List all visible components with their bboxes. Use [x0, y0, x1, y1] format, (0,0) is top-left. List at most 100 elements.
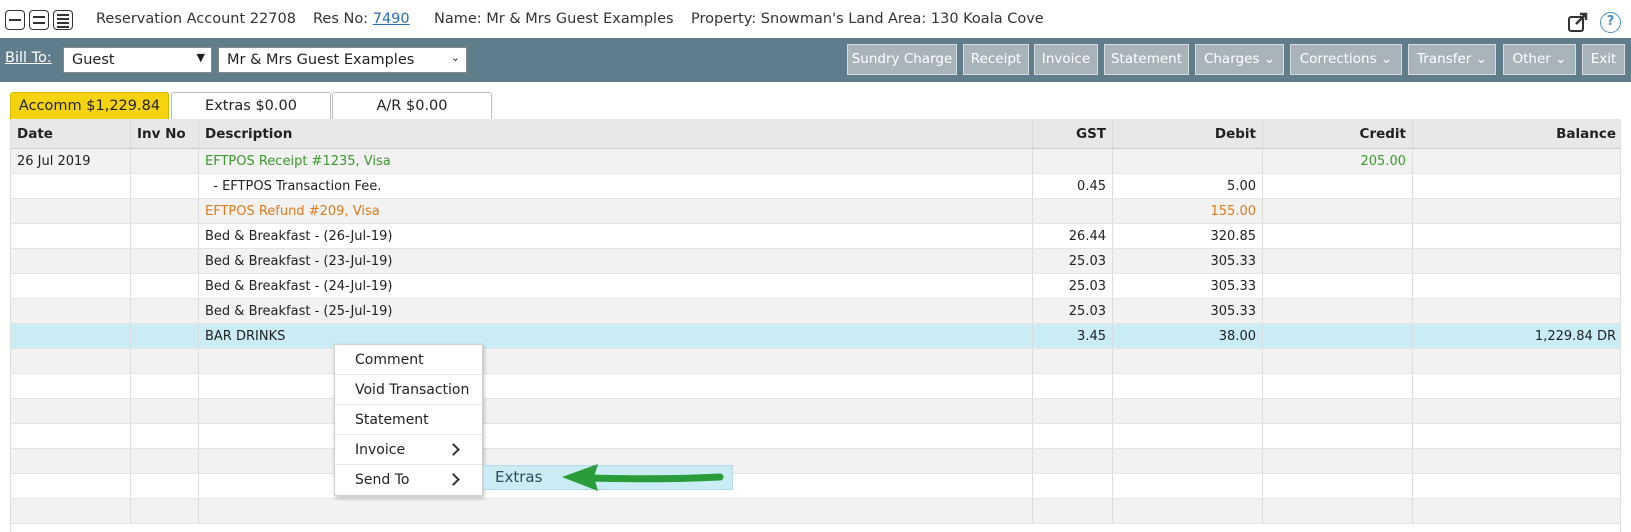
other-dropdown-button[interactable]: Other ⌄	[1503, 44, 1576, 75]
corrections-dropdown-button[interactable]: Corrections ⌄	[1290, 44, 1402, 75]
chevron-down-icon: ⌄	[1555, 51, 1567, 67]
cell-balance	[1413, 149, 1620, 173]
cell-credit	[1263, 199, 1413, 223]
view-mode-icons	[5, 10, 73, 30]
header-credit[interactable]: Credit	[1263, 119, 1413, 148]
table-row[interactable]: Bed & Breakfast - (25-Jul-19) 25.03 305.…	[11, 299, 1620, 324]
table-row[interactable]: Bed & Breakfast - (23-Jul-19) 25.03 305.…	[11, 249, 1620, 274]
cell-inv-no	[131, 299, 199, 323]
header-inv-no[interactable]: Inv No	[131, 119, 199, 148]
top-bar: Reservation Account 22708 Res No: 7490 N…	[0, 0, 1631, 38]
cell-gst: 3.45	[1033, 324, 1113, 348]
charges-label: Charges	[1203, 51, 1260, 67]
table-row[interactable]: EFTPOS Refund #209, Visa 155.00	[11, 199, 1620, 224]
menu-item-invoice[interactable]: Invoice	[335, 435, 482, 465]
cell-credit	[1263, 324, 1413, 348]
table-row[interactable]: - EFTPOS Transaction Fee. 0.45 5.00	[11, 174, 1620, 199]
sundry-charge-button[interactable]: Sundry Charge	[847, 44, 957, 75]
menu-item-void-transaction[interactable]: Void Transaction	[335, 375, 482, 405]
menu-item-invoice-label: Invoice	[355, 442, 406, 458]
table-header-row: Date Inv No Description GST Debit Credit…	[11, 119, 1620, 149]
chevron-right-icon	[447, 473, 460, 486]
cell-balance	[1413, 249, 1620, 273]
expanded-view-icon[interactable]	[53, 10, 73, 30]
receipt-button[interactable]: Receipt	[963, 44, 1029, 75]
header-description[interactable]: Description	[199, 119, 1033, 148]
table-row-selected[interactable]: BAR DRINKS 3.45 38.00 1,229.84 DR	[11, 324, 1620, 349]
invoice-button[interactable]: Invoice	[1034, 44, 1098, 75]
cell-balance	[1413, 199, 1620, 223]
chevron-down-icon: ⌄	[1380, 51, 1393, 67]
menu-item-send-to-label: Send To	[355, 472, 410, 488]
cell-date	[11, 199, 131, 223]
bill-to-type-value: Guest	[72, 52, 115, 68]
cell-gst	[1033, 199, 1113, 223]
table-row[interactable]: 26 Jul 2019 EFTPOS Receipt #1235, Visa 2…	[11, 149, 1620, 174]
open-external-icon[interactable]	[1568, 12, 1588, 32]
cell-debit: 38.00	[1113, 324, 1263, 348]
compact-view-icon[interactable]	[5, 10, 25, 30]
cell-date	[11, 249, 131, 273]
res-no: Res No: 7490	[313, 11, 410, 27]
empty-row	[11, 374, 1620, 399]
cell-date	[11, 224, 131, 248]
cell-debit: 5.00	[1113, 174, 1263, 198]
header-gst[interactable]: GST	[1033, 119, 1113, 148]
guest-name: Name: Mr & Mrs Guest Examples	[434, 11, 674, 27]
bill-to-label[interactable]: Bill To:	[5, 50, 52, 66]
table-row[interactable]: Bed & Breakfast - (26-Jul-19) 26.44 320.…	[11, 224, 1620, 249]
cell-description: Bed & Breakfast - (26-Jul-19)	[199, 224, 1033, 248]
cell-date	[11, 174, 131, 198]
cell-date: 26 Jul 2019	[11, 149, 131, 173]
cell-date	[11, 299, 131, 323]
cell-inv-no	[131, 174, 199, 198]
cell-gst: 25.03	[1033, 274, 1113, 298]
empty-row	[11, 399, 1620, 424]
cell-credit: 205.00	[1263, 149, 1413, 173]
cell-credit	[1263, 249, 1413, 273]
bill-to-name-select[interactable]: Mr & Mrs Guest Examples ⌄	[218, 47, 467, 73]
property-name: Property: Snowman's Land	[691, 11, 884, 27]
corrections-label: Corrections	[1299, 51, 1377, 67]
cell-inv-no	[131, 249, 199, 273]
cell-balance	[1413, 274, 1620, 298]
res-no-label: Res No:	[313, 11, 369, 27]
menu-item-statement[interactable]: Statement	[335, 405, 482, 435]
normal-view-icon[interactable]	[29, 10, 49, 30]
cell-gst: 0.45	[1033, 174, 1113, 198]
cell-credit	[1263, 174, 1413, 198]
area-name: Area: 130 Koala Cove	[888, 11, 1044, 27]
statement-button[interactable]: Statement	[1104, 44, 1189, 75]
empty-row	[11, 424, 1620, 449]
transfer-dropdown-button[interactable]: Transfer ⌄	[1408, 44, 1496, 75]
cell-debit: 320.85	[1113, 224, 1263, 248]
chevron-down-icon: ⌄	[1475, 51, 1487, 67]
other-label: Other	[1512, 51, 1551, 67]
cell-credit	[1263, 274, 1413, 298]
table-row[interactable]: Bed & Breakfast - (24-Jul-19) 25.03 305.…	[11, 274, 1620, 299]
cell-description: - EFTPOS Transaction Fee.	[199, 174, 1033, 198]
cell-gst: 25.03	[1033, 299, 1113, 323]
help-icon[interactable]: ?	[1600, 12, 1621, 33]
header-date[interactable]: Date	[11, 119, 131, 148]
cell-debit: 305.33	[1113, 249, 1263, 273]
header-debit[interactable]: Debit	[1113, 119, 1263, 148]
tab-accomm[interactable]: Accomm $1,229.84	[10, 92, 169, 119]
cell-date	[11, 274, 131, 298]
header-balance[interactable]: Balance	[1413, 119, 1620, 148]
menu-item-send-to[interactable]: Send To	[335, 465, 482, 495]
cell-description: BAR DRINKS	[199, 324, 1033, 348]
res-no-link[interactable]: 7490	[373, 11, 410, 27]
bill-to-type-select[interactable]: Guest ▼	[63, 47, 212, 73]
cell-description: EFTPOS Receipt #1235, Visa	[199, 149, 1033, 173]
charges-dropdown-button[interactable]: Charges ⌄	[1195, 44, 1284, 75]
cell-inv-no	[131, 324, 199, 348]
cell-inv-no	[131, 224, 199, 248]
menu-item-comment[interactable]: Comment	[335, 345, 482, 375]
exit-button[interactable]: Exit	[1582, 44, 1625, 75]
tab-extras[interactable]: Extras $0.00	[171, 92, 331, 119]
cell-gst: 25.03	[1033, 249, 1113, 273]
chevron-down-icon: ⌄	[1263, 51, 1276, 67]
annotation-arrow-icon	[562, 464, 724, 491]
tab-ar[interactable]: A/R $0.00	[332, 92, 492, 119]
